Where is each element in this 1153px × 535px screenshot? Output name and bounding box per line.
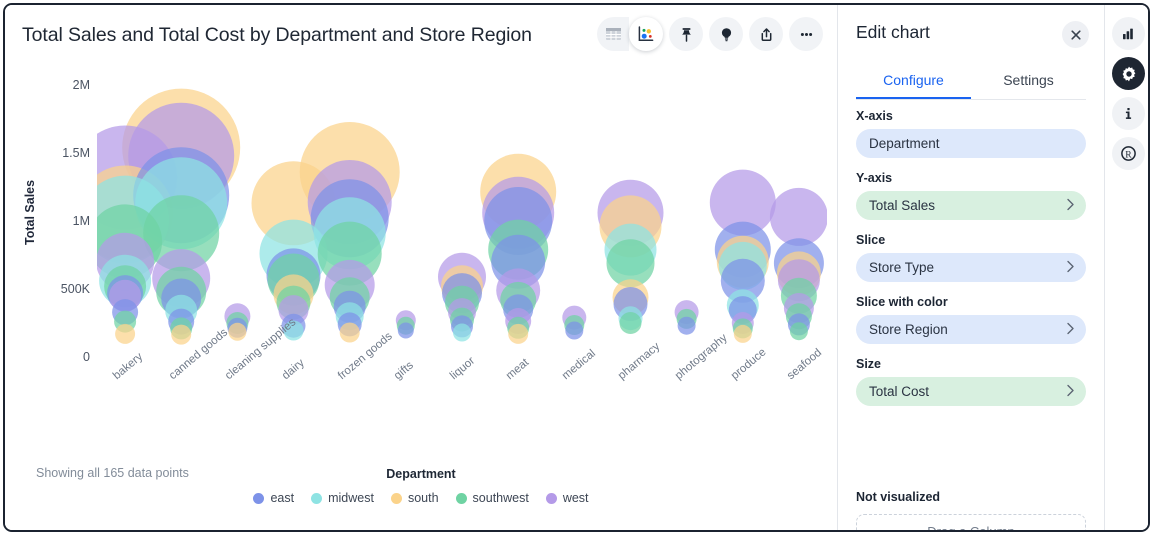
field-group: Slice with color Store Region [856,295,1086,344]
legend-label: south [408,491,439,505]
bubble-point[interactable] [340,323,360,343]
legend-label: midwest [328,491,374,505]
y-axis-tick: 500K [38,282,90,296]
chart-toolbar [597,17,823,51]
dropzone-label: Drag a Column [927,524,1014,531]
field-label: Slice with color [856,295,1086,309]
bubble-point[interactable] [508,324,528,344]
field-value: Store Region [869,322,948,337]
legend-item[interactable]: west [546,491,589,505]
plot-area: Total Sales 0500K1M1.5M2M bakerycanned g… [5,67,838,467]
right-rail: R [1104,5,1150,530]
page-title: Total Sales and Total Cost by Department… [22,24,532,47]
chevron-right-icon [1067,384,1074,399]
bubble-point[interactable] [453,324,471,342]
bubble-point[interactable] [171,325,191,345]
edit-chart-panel: Edit chart ConfigureSettings X-axis Depar… [839,5,1103,530]
gear-icon[interactable] [1112,57,1145,90]
bubble-point[interactable] [398,323,414,339]
y-axis-ticks: 0 500K 1M 1.5M 2M [38,67,90,367]
not-visualized-label: Not visualized [856,490,940,504]
table-view-icon[interactable] [597,17,629,51]
bubble-point[interactable] [734,325,752,343]
y-axis-tick: 1.5M [38,146,90,160]
legend-title: Department [5,467,837,481]
field-label: Size [856,357,1086,371]
app-root: Total Sales and Total Cost by Department… [0,0,1153,535]
field-list: X-axis Department Y-axis Total Sales Slice St… [856,109,1086,419]
legend-swatch [391,493,402,504]
field-label: Y-axis [856,171,1086,185]
tab-configure[interactable]: Configure [856,65,971,99]
field-label: X-axis [856,109,1086,123]
legend-item[interactable]: midwest [311,491,374,505]
chevron-right-icon [1067,198,1074,213]
bubble-point[interactable] [565,322,583,340]
bubble-point[interactable] [678,317,696,335]
info-icon[interactable] [1112,97,1145,130]
scatter-plot-svg [97,67,827,367]
chevron-right-icon [1067,322,1074,337]
drag-column-dropzone[interactable]: Drag a Column [856,514,1086,530]
share-icon[interactable] [749,17,783,51]
legend-label: southwest [473,491,529,505]
y-axis-tick: 0 [38,350,90,364]
legend-swatch [456,493,467,504]
lightbulb-icon[interactable] [709,17,743,51]
bar-chart-icon[interactable] [1112,17,1145,50]
chevron-right-icon [1067,260,1074,275]
legend-swatch [546,493,557,504]
legend-label: west [563,491,589,505]
legend-swatch [253,493,264,504]
field-pill-x-axis[interactable]: Department [856,129,1086,158]
chart-legend: east midwest south southwest west [5,491,837,505]
field-group: Y-axis Total Sales [856,171,1086,220]
legend-item[interactable]: southwest [456,491,529,505]
field-group: Slice Store Type [856,233,1086,282]
bubble-point[interactable] [770,188,827,246]
chart-header: Total Sales and Total Cost by Department… [5,5,837,67]
field-pill-slice[interactable]: Store Type [856,253,1086,282]
field-group: Size Total Cost [856,357,1086,406]
field-value: Department [869,136,940,151]
field-value: Total Sales [869,198,935,213]
pin-icon[interactable] [669,17,703,51]
chart-card: Total Sales and Total Cost by Department… [5,5,838,530]
bubble-point[interactable] [620,312,642,334]
panel-title: Edit chart [856,22,930,43]
bubble-point[interactable] [790,322,808,340]
field-value: Store Type [869,260,934,275]
field-pill-slice-with-color[interactable]: Store Region [856,315,1086,344]
legend-label: east [270,491,294,505]
legend-item[interactable]: south [391,491,439,505]
svg-text:R: R [1125,149,1132,160]
legend-swatch [311,493,322,504]
more-icon[interactable] [789,17,823,51]
legend-item[interactable]: east [253,491,294,505]
y-axis-tick: 2M [38,78,90,92]
window-frame: Total Sales and Total Cost by Department… [3,3,1150,532]
y-axis-tick: 1M [38,214,90,228]
field-pill-size[interactable]: Total Cost [856,377,1086,406]
tab-settings[interactable]: Settings [971,65,1086,99]
field-group: X-axis Department [856,109,1086,158]
close-icon[interactable] [1062,21,1089,48]
field-pill-y-axis[interactable]: Total Sales [856,191,1086,220]
registered-icon[interactable]: R [1112,137,1145,170]
field-value: Total Cost [869,384,929,399]
chart-view-icon[interactable] [629,17,663,51]
bubble-point[interactable] [115,324,135,344]
field-label: Slice [856,233,1086,247]
panel-tabs: ConfigureSettings [856,65,1086,100]
bubble-point[interactable] [228,323,246,341]
y-axis-title: Total Sales [23,180,37,245]
